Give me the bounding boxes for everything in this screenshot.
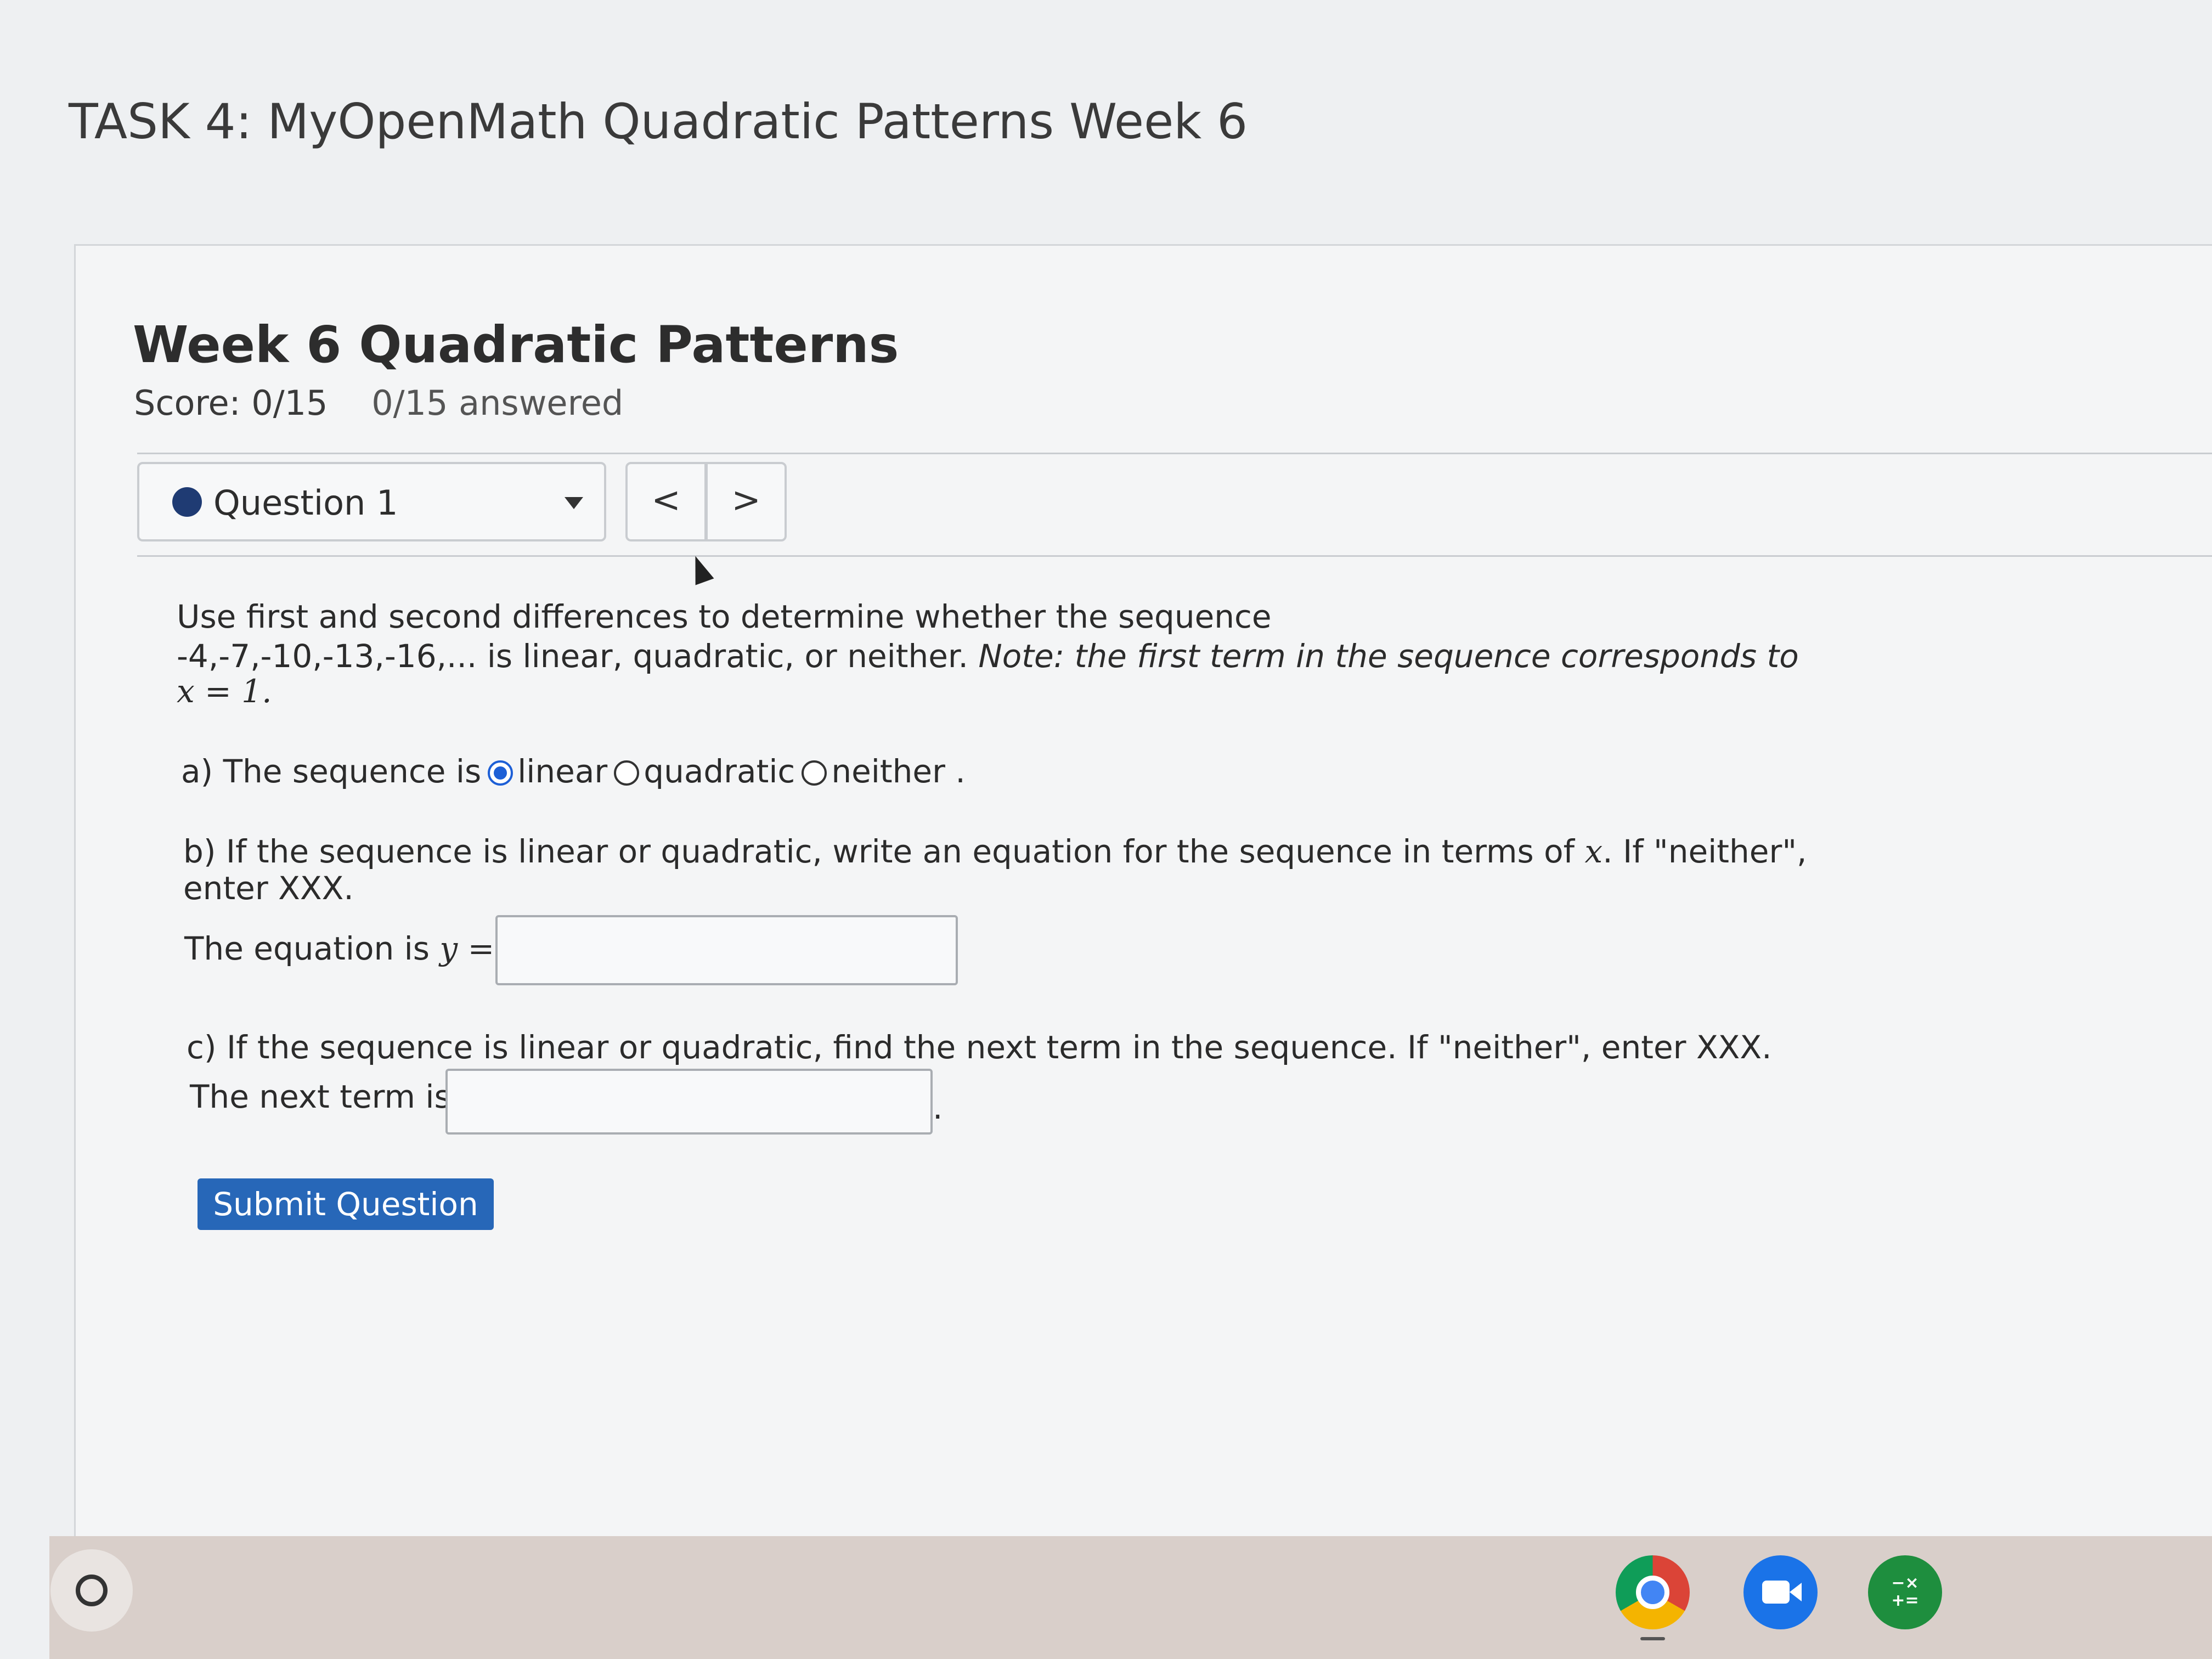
next-question-button[interactable]: >	[706, 462, 787, 541]
active-app-indicator	[1640, 1637, 1665, 1640]
radio-quadratic[interactable]	[614, 760, 640, 786]
question-status-dot	[172, 487, 202, 517]
question-prompt-line-3: x = 1.	[177, 673, 272, 710]
calculator-icon[interactable]: −× +=	[1868, 1555, 1942, 1629]
part-b-text-start: b) If the sequence is linear or quadrati…	[183, 833, 1575, 870]
note-text: Note: the first term in the sequence cor…	[978, 637, 1799, 675]
radio-neither[interactable]	[802, 760, 827, 786]
assessment-panel	[74, 244, 2212, 1536]
option-linear-label: linear	[517, 753, 608, 790]
part-b-text-end: . If "neither",	[1602, 833, 1807, 870]
score-text: Score: 0/15	[134, 383, 328, 423]
part-b-variable: x	[1584, 833, 1603, 870]
divider	[137, 555, 2212, 557]
equation-label: The equation is	[184, 930, 430, 967]
question-select[interactable]: Question 1	[137, 462, 606, 541]
equation-input[interactable]	[495, 915, 958, 985]
question-prompt-line-2: -4,-7,-10,-13,-16,... is linear, quadrat…	[177, 637, 1799, 675]
caret-down-icon	[565, 497, 583, 509]
radio-linear[interactable]	[488, 760, 514, 786]
question-prompt-line-1: Use first and second differences to dete…	[177, 598, 1272, 635]
question-select-label: Question 1	[213, 483, 398, 523]
part-a-lead: a) The sequence is	[181, 753, 482, 790]
assessment-title: Week 6 Quadratic Patterns	[133, 315, 899, 374]
video-camera-icon[interactable]	[1743, 1555, 1818, 1629]
chrome-center	[1636, 1576, 1669, 1609]
part-a-trail: .	[955, 753, 966, 790]
option-quadratic-label: quadratic	[644, 753, 795, 790]
part-b-text-line-1: b) If the sequence is linear or quadrati…	[183, 833, 1807, 870]
launcher-icon	[76, 1575, 108, 1606]
camera-lens	[1790, 1583, 1802, 1601]
page-title: TASK 4: MyOpenMath Quadratic Patterns We…	[69, 93, 1248, 150]
answered-count: 0/15 answered	[371, 383, 624, 423]
submit-question-button[interactable]: Submit Question	[198, 1178, 494, 1230]
part-c-trail: .	[933, 1089, 943, 1126]
equation-variable: y =	[439, 930, 495, 967]
part-a: a) The sequence is linear quadratic neither…	[181, 753, 966, 790]
previous-question-button[interactable]: <	[625, 462, 707, 541]
divider	[137, 453, 2212, 454]
chrome-icon[interactable]	[1616, 1555, 1690, 1629]
sequence-text: -4,-7,-10,-13,-16,... is linear, quadrat…	[177, 637, 968, 675]
next-term-input[interactable]	[445, 1069, 933, 1135]
part-b-label: The equation is y =	[184, 930, 494, 967]
part-b-text-line-2: enter XXX.	[183, 870, 354, 907]
launcher-button[interactable]	[50, 1549, 133, 1632]
score-line: Score: 0/15 0/15 answered	[134, 383, 623, 423]
calculator-glyph: −× +=	[1891, 1573, 1919, 1610]
camera-body	[1762, 1581, 1790, 1604]
next-term-label: The next term is	[190, 1078, 451, 1115]
part-c-text: c) If the sequence is linear or quadrati…	[187, 1029, 1772, 1066]
option-neither-label: neither	[831, 753, 945, 790]
